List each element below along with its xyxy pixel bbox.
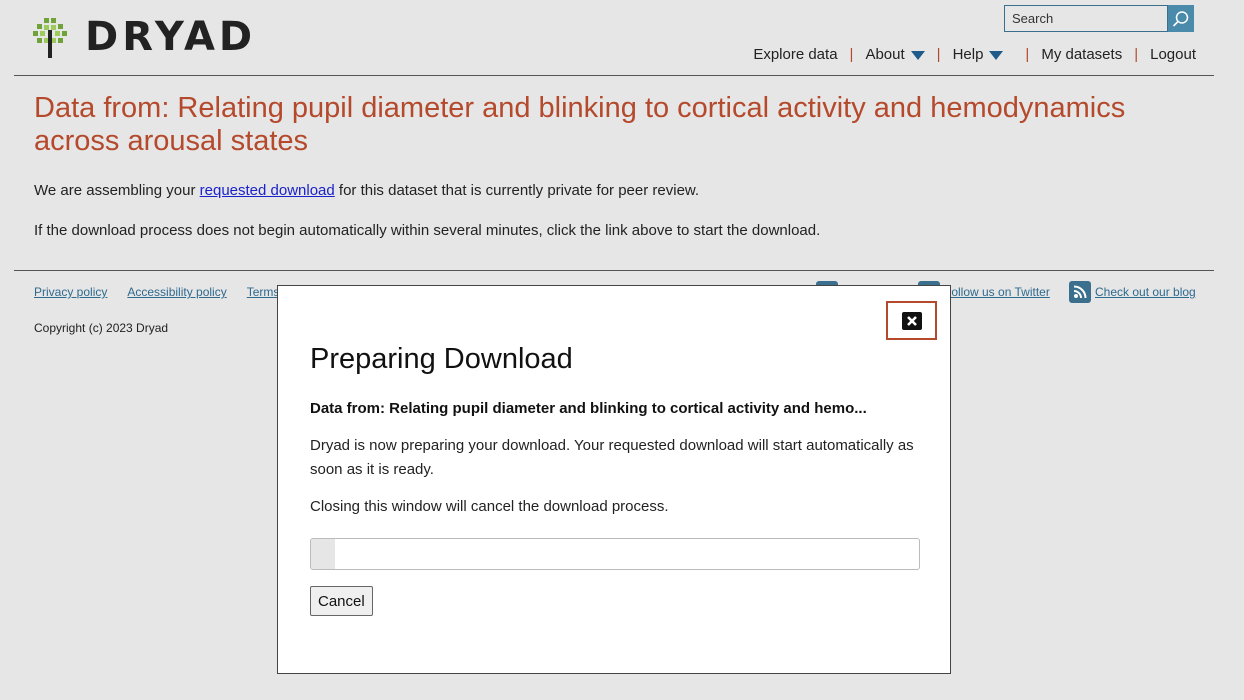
privacy-policy-link[interactable]: Privacy policy [34,285,107,299]
nav-logout[interactable]: Logout [1150,46,1196,63]
nav-my-datasets[interactable]: My datasets [1041,46,1122,63]
twitter-link[interactable]: Follow us on Twitter [944,285,1050,299]
brand-name: DRYAD [85,14,257,60]
dialog-message: Dryad is now preparing your download. Yo… [310,437,914,478]
notice-text-after: for this dataset that is currently priva… [334,182,700,199]
nav-separator: | [1134,46,1139,63]
dialog-title: Preparing Download [310,343,573,375]
close-dialog-button[interactable] [886,301,937,340]
cancel-button[interactable]: Cancel [310,586,373,616]
download-fallback-notice: If the download process does not begin a… [34,222,821,239]
tree-logo-icon [33,18,67,58]
dialog-warning: Closing this window will cancel the down… [310,498,669,515]
close-icon [901,311,922,330]
nav-separator: | [849,46,854,63]
main-nav: Explore data | About | Help | My dataset… [753,46,1196,63]
download-progress-bar [310,538,920,570]
nav-separator: | [1025,46,1030,63]
nav-about[interactable]: About [865,46,925,63]
terms-link[interactable]: Terms [247,285,280,299]
search-button[interactable] [1168,5,1194,32]
search-input[interactable] [1004,5,1168,32]
caret-down-icon [910,51,925,60]
download-notice: We are assembling your requested downloa… [34,182,699,199]
footer-links: Privacy policy Accessibility policy Term… [34,285,299,299]
nav-about-label: About [865,46,905,63]
accessibility-policy-link[interactable]: Accessibility policy [127,285,226,299]
copyright: Copyright (c) 2023 Dryad [34,321,169,335]
notice-text-before: We are assembling your [34,182,200,199]
requested-download-link[interactable]: requested download [200,182,335,199]
caret-down-icon [989,51,1004,60]
progress-fill [311,539,336,569]
nav-explore-data[interactable]: Explore data [753,46,837,63]
dryad-logo[interactable]: DRYAD [33,14,256,60]
nav-help[interactable]: Help [953,46,1004,63]
search-icon [1172,10,1189,27]
page-title: Data from: Relating pupil diameter and b… [34,92,1126,157]
nav-separator: | [936,46,941,63]
footer-divider [14,270,1214,271]
search-form [1004,5,1194,32]
blog-follow[interactable]: Check out our blog [1069,281,1196,303]
preparing-download-dialog: Preparing Download Data from: Relating p… [277,285,951,674]
rss-icon [1069,281,1091,303]
nav-help-label: Help [952,46,984,63]
dialog-dataset-title: Data from: Relating pupil diameter and b… [310,400,867,417]
header-divider [14,75,1214,76]
blog-link[interactable]: Check out our blog [1095,285,1196,299]
